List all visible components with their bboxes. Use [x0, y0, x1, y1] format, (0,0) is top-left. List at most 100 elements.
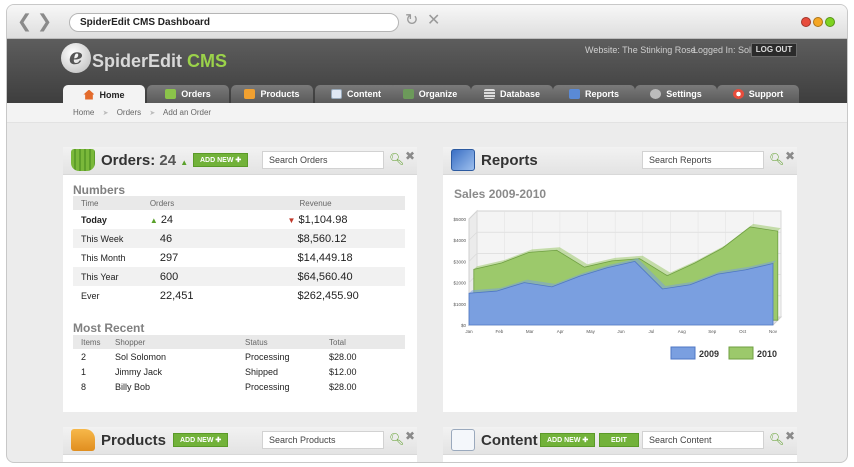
search-products-input[interactable]: Search Products	[262, 431, 384, 449]
tab-content[interactable]: Content	[315, 85, 397, 103]
edit-content-button[interactable]: EDIT	[599, 433, 639, 447]
add-new-label: ADD NEW	[180, 437, 214, 444]
close-icon[interactable]: ✖	[785, 149, 795, 163]
table-row[interactable]: 8 Billy Bob Processing $28.00	[73, 379, 405, 394]
x-tick-label: Jun	[617, 329, 625, 334]
document-icon	[451, 429, 475, 451]
tab-products[interactable]: Products	[231, 85, 313, 103]
chart-icon	[568, 89, 580, 99]
products-panel-header: Products ADD NEW ✚ Search Products 🔍︎ ✖	[63, 427, 417, 455]
row-time: This Month	[81, 252, 126, 263]
close-icon[interactable]: ✖	[785, 429, 795, 443]
chevron-right-icon[interactable]: ❯	[37, 11, 52, 32]
close-icon[interactable]: ✖	[405, 429, 415, 443]
window-close-dot[interactable]	[801, 17, 811, 27]
plus-icon: ✚	[582, 437, 589, 444]
tab-label: Database	[499, 89, 541, 99]
x-tick-label: Nov	[769, 329, 778, 334]
row-status: Processing	[245, 351, 290, 362]
browser-toolbar: ❮ ❯ SpiderEdit CMS Dashboard ↻ ✕	[7, 5, 847, 39]
table-row[interactable]: 2 Sol Solomon Processing $28.00	[73, 349, 405, 364]
orders-count: 24	[159, 152, 177, 169]
document-icon	[331, 89, 342, 99]
arrow-up-icon: ▲	[180, 158, 189, 167]
column-header: Items	[73, 335, 107, 349]
add-product-button[interactable]: ADD NEW ✚	[173, 433, 229, 447]
row-items: 2	[81, 351, 87, 362]
search-icon[interactable]: 🔍︎	[769, 432, 784, 446]
stop-icon[interactable]: ✕	[427, 10, 440, 29]
legend-label: 2009	[699, 349, 719, 359]
tab-database[interactable]: Database	[471, 85, 553, 103]
logo-text: SpiderEdit CMS	[92, 51, 227, 72]
tab-label: Organize	[418, 89, 458, 99]
table-row[interactable]: 1 Jimmy Jack Shipped $12.00	[73, 364, 405, 379]
row-total: $28.00	[329, 351, 357, 362]
browser-title-bar[interactable]: SpiderEdit CMS Dashboard	[69, 13, 399, 32]
search-content-input[interactable]: Search Content	[642, 431, 764, 449]
chart-icon	[451, 149, 475, 171]
breadcrumb-orders[interactable]: Orders	[117, 108, 141, 117]
logo-cms: CMS	[187, 51, 228, 71]
arrow-right-icon: ➤	[102, 110, 109, 117]
breadcrumb-home[interactable]: Home	[73, 108, 94, 117]
home-icon	[83, 89, 95, 100]
row-orders: 46	[141, 229, 210, 248]
search-icon[interactable]: 🔍︎	[389, 152, 404, 166]
window-maximize-dot[interactable]	[825, 17, 835, 27]
add-content-button[interactable]: ADD NEW ✚	[540, 433, 596, 447]
tag-icon	[71, 429, 95, 451]
products-panel: Products ADD NEW ✚ Search Products 🔍︎ ✖	[63, 427, 417, 462]
add-new-label: ADD NEW	[547, 437, 581, 444]
y-tick-label: $2000	[453, 281, 466, 286]
add-order-button[interactable]: ADD NEW ✚	[193, 153, 249, 167]
reload-icon[interactable]: ↻	[405, 10, 418, 29]
most-recent-heading: Most Recent	[73, 321, 145, 335]
tab-orders[interactable]: Orders	[147, 85, 229, 103]
search-icon[interactable]: 🔍︎	[769, 152, 784, 166]
products-title: Products	[101, 432, 167, 449]
row-items: 8	[81, 381, 87, 392]
image-icon	[402, 89, 414, 99]
legend-label: 2010	[757, 349, 777, 359]
y-tick-label: $5000	[453, 217, 466, 222]
table-row: This Year 600 $64,560.40	[73, 267, 405, 286]
logo-name: SpiderEdit	[92, 51, 183, 71]
arrow-down-icon: ▼	[287, 215, 296, 225]
sales-chart: $0 $1000 $2000 $3000 $4000 $5000 Jan Feb Mar Apr M…	[453, 209, 783, 360]
add-new-label: ADD NEW	[200, 157, 234, 164]
tab-organize[interactable]: Organize	[389, 85, 471, 103]
tab-label: Products	[260, 89, 300, 99]
search-orders-input[interactable]: Search Orders	[262, 151, 384, 169]
chevron-left-icon[interactable]: ❮	[17, 11, 32, 32]
arrow-right-icon: ➤	[149, 110, 156, 117]
logged-in-label: Logged In: Sol	[693, 45, 752, 55]
table-row: This Month 297 $14,449.18	[73, 248, 405, 267]
gear-icon	[650, 89, 662, 99]
database-icon	[483, 89, 495, 99]
column-header: Shopper	[107, 335, 237, 349]
tab-settings[interactable]: Settings	[635, 85, 717, 103]
tab-label: Content	[347, 89, 381, 99]
row-shopper: Sol Solomon	[115, 351, 167, 362]
close-icon[interactable]: ✖	[405, 149, 415, 163]
logout-button[interactable]: LOG OUT	[751, 43, 797, 57]
search-reports-input[interactable]: Search Reports	[642, 151, 764, 169]
table-row: Today ▲ 24 ▼ $1,104.98	[73, 210, 405, 229]
x-tick-label: Jan	[465, 329, 473, 334]
row-status: Processing	[245, 381, 290, 392]
search-icon[interactable]: 🔍︎	[389, 432, 404, 446]
plus-icon: ✚	[215, 437, 222, 444]
row-time: Today	[81, 214, 107, 225]
content-title: Content	[481, 432, 538, 449]
tag-icon	[244, 89, 256, 99]
tab-support[interactable]: Support	[717, 85, 799, 103]
basket-icon	[165, 89, 177, 99]
tab-reports[interactable]: Reports	[553, 85, 635, 103]
x-tick-label: Feb	[496, 329, 504, 334]
tab-home[interactable]: Home	[63, 85, 145, 104]
window-minimize-dot[interactable]	[813, 17, 823, 27]
lifebuoy-icon	[732, 89, 744, 99]
row-total: $12.00	[329, 366, 357, 377]
y-tick-label: $1000	[453, 302, 466, 307]
